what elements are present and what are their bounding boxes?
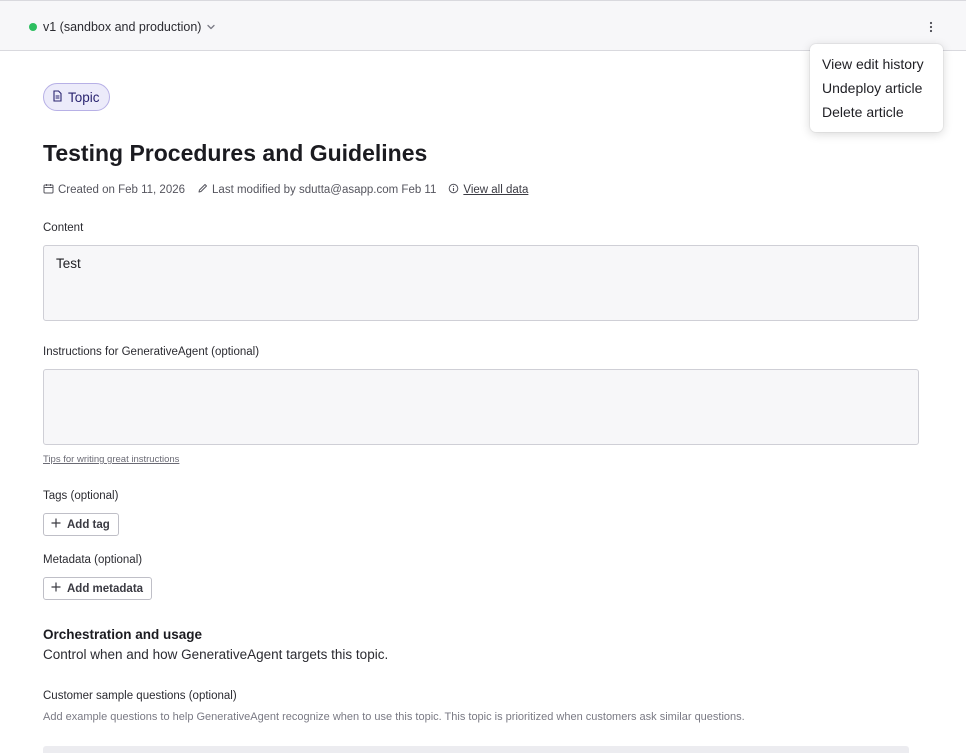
article-type-chip: Topic (43, 83, 110, 111)
view-all-data[interactable]: View all data (448, 183, 528, 197)
menu-item-view-edit-history[interactable]: View edit history (810, 52, 943, 76)
menu-item-undeploy-article[interactable]: Undeploy article (810, 76, 943, 100)
plus-icon (51, 518, 67, 531)
article-meta: Created on Feb 11, 2026 Last modified by… (43, 182, 540, 198)
article-actions-menu: View edit history Undeploy article Delet… (810, 44, 943, 132)
version-label: v1 (sandbox and production) (43, 20, 202, 34)
instructions-label: Instructions for GenerativeAgent (option… (43, 346, 260, 358)
content-label: Content (43, 222, 84, 234)
plus-icon (51, 582, 67, 595)
add-metadata-label: Add metadata (67, 582, 144, 595)
created-text: Created on Feb 11, 2026 (58, 184, 186, 196)
orchestration-title: Orchestration and usage (43, 627, 203, 642)
tags-label: Tags (optional) (43, 490, 119, 502)
calendar-icon (43, 183, 58, 197)
instructions-field[interactable] (43, 369, 919, 445)
page-title: Testing Procedures and Guidelines (43, 140, 428, 166)
sample-questions-field[interactable] (43, 746, 909, 753)
kebab-menu-icon[interactable] (922, 18, 940, 36)
content-field[interactable]: Test (43, 245, 919, 321)
chevron-down-icon (205, 21, 217, 33)
orchestration-description: Control when and how GenerativeAgent tar… (43, 647, 389, 662)
modified-text: Last modified by sdutta@asapp.com Feb 11 (212, 184, 437, 196)
modified-info: Last modified by sdutta@asapp.com Feb 11 (197, 183, 436, 197)
view-all-data-link[interactable]: View all data (463, 184, 528, 196)
status-dot (29, 23, 37, 31)
created-info: Created on Feb 11, 2026 (43, 183, 185, 197)
sample-questions-hint: Add example questions to help Generative… (43, 711, 745, 723)
article-type-label: Topic (68, 89, 100, 105)
add-tag-button[interactable]: Add tag (43, 513, 119, 536)
version-selector[interactable]: v1 (sandbox and production) (29, 18, 217, 36)
metadata-label: Metadata (optional) (43, 554, 143, 566)
sample-questions-label: Customer sample questions (optional) (43, 690, 237, 702)
add-metadata-button[interactable]: Add metadata (43, 577, 153, 600)
menu-item-delete-article[interactable]: Delete article (810, 100, 943, 124)
document-icon (52, 89, 68, 105)
pencil-icon (197, 183, 212, 197)
add-tag-label: Add tag (67, 518, 110, 531)
tips-link[interactable]: Tips for writing great instructions (43, 454, 179, 465)
info-icon (448, 183, 463, 197)
